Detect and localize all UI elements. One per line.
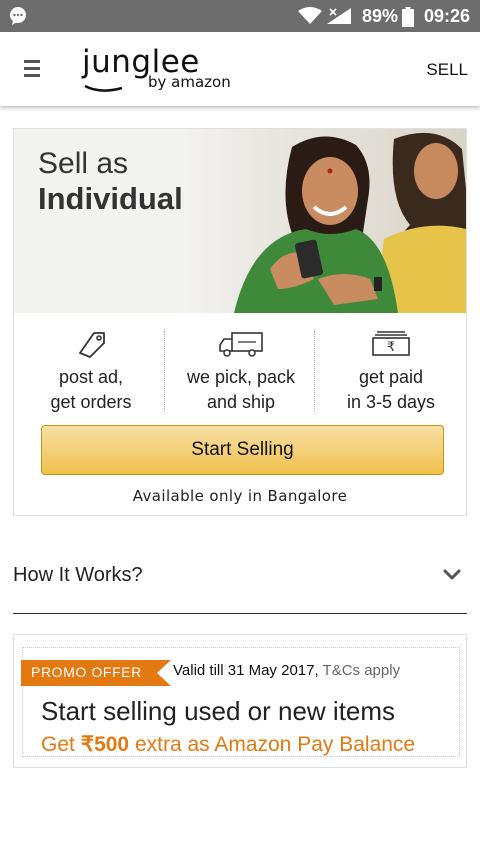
promo-terms-link[interactable]: T&Cs apply — [323, 662, 401, 679]
promo-headline: Start selling used or new items — [41, 696, 396, 726]
feature-divider — [314, 331, 315, 411]
promo-offer-card[interactable]: PROMO OFFER Valid till 31 May 2017, T&Cs… — [13, 634, 467, 768]
feature-pick-pack-line2: and ship — [206, 392, 276, 412]
promo-offer-tag: PROMO OFFER — [21, 660, 171, 686]
promo-valid-text: Valid till 31 May 2017, — [173, 662, 319, 679]
wifi-icon — [298, 7, 322, 24]
how-it-works-title: How It Works? — [13, 564, 143, 586]
battery-percentage: 89% — [362, 6, 399, 26]
junglee-logo[interactable]: junglee by amazon — [82, 44, 242, 96]
feature-divider — [164, 331, 165, 411]
promo-sub-suffix: extra as Amazon Pay Balance — [134, 733, 416, 756]
sell-link[interactable]: SELL — [426, 60, 468, 80]
how-it-works-accordion[interactable]: How It Works? — [13, 554, 467, 614]
feature-post-ad-line2: get orders — [50, 392, 132, 412]
app-bar: junglee by amazon SELL — [0, 32, 480, 106]
promo-subtext: Get ₹500 extra as Amazon Pay Balance — [41, 732, 415, 757]
feature-post-ad: post ad, get orders — [16, 325, 166, 417]
battery-icon — [402, 7, 414, 27]
signal-icon — [327, 8, 351, 24]
feature-pick-pack-ship: we pick, pack and ship — [166, 325, 316, 417]
feature-get-paid: ₹ get paid in 3-5 days — [316, 325, 466, 417]
availability-note: Available only in Bangalore — [132, 487, 348, 505]
promo-sub-prefix: Get — [41, 733, 75, 756]
feature-list: post ad, get orders we pick, pack and sh… — [14, 325, 466, 417]
feature-get-paid-line1: get paid — [358, 367, 424, 387]
message-notification-icon — [10, 7, 26, 25]
rupee-cash-icon: ₹ — [372, 331, 410, 356]
start-selling-button[interactable]: Start Selling — [41, 425, 444, 475]
feature-post-ad-line1: post ad, — [58, 367, 124, 387]
hamburger-menu-icon[interactable] — [24, 60, 40, 78]
feature-pick-pack-line1: we pick, pack — [186, 367, 296, 387]
promo-inner-frame: PROMO OFFER Valid till 31 May 2017, T&Cs… — [21, 647, 460, 757]
logo-tagline: by amazon — [148, 73, 231, 91]
svg-text:₹: ₹ — [387, 340, 395, 355]
hero-title-line2: Individual — [38, 181, 183, 216]
promo-amount: ₹500 — [80, 733, 130, 756]
hero-photo-women-with-phone — [174, 129, 466, 313]
hero-banner: Sell as Individual — [14, 129, 466, 313]
promo-validity: Valid till 31 May 2017, T&Cs apply — [173, 662, 400, 679]
delivery-truck-icon — [219, 332, 263, 357]
status-bar: 89% 09:26 — [0, 0, 480, 32]
clock: 09:26 — [424, 6, 471, 26]
feature-get-paid-line2: in 3-5 days — [346, 392, 436, 412]
tag-icon — [79, 332, 105, 358]
sell-as-individual-card: Sell as Individual post ad, get orders w… — [13, 128, 467, 516]
promo-tag-label: PROMO OFFER — [31, 664, 142, 680]
hero-title-line1: Sell as — [38, 147, 129, 180]
chevron-down-icon[interactable] — [443, 569, 461, 581]
